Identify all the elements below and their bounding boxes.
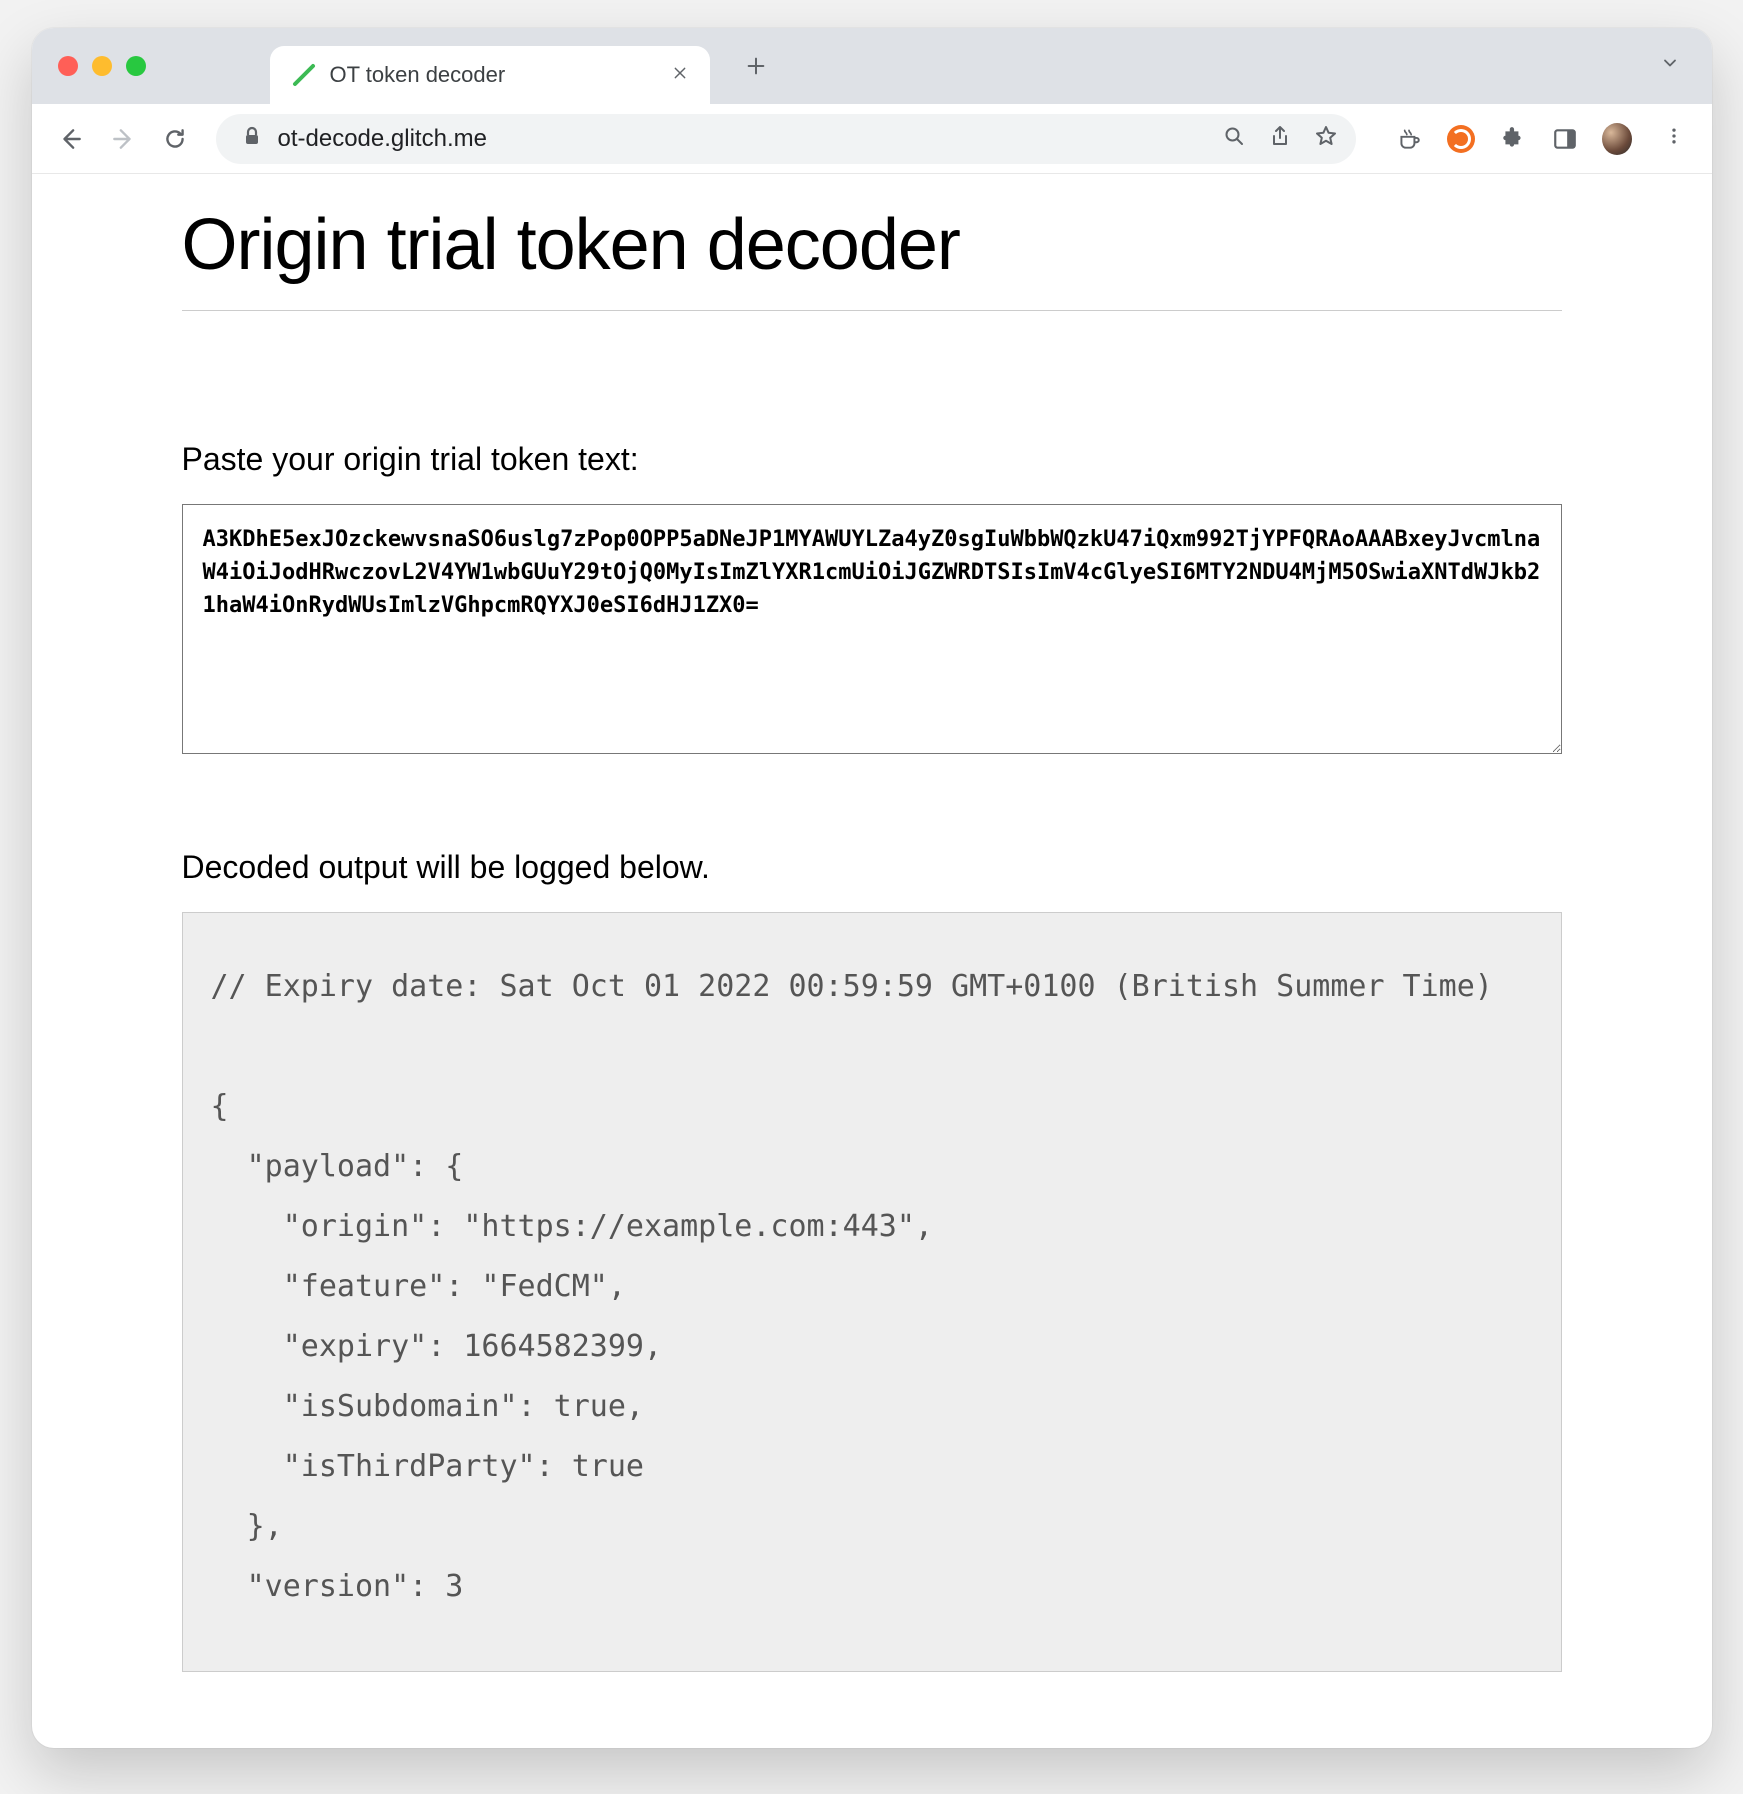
- page-content: Origin trial token decoder Paste your or…: [32, 174, 1712, 1748]
- minimize-window-button[interactable]: [92, 56, 112, 76]
- lock-icon: [240, 124, 264, 153]
- extension-icons: [1394, 120, 1694, 158]
- share-icon[interactable]: [1268, 124, 1292, 153]
- decoded-output: // Expiry date: Sat Oct 01 2022 00:59:59…: [182, 912, 1562, 1672]
- tab-title: OT token decoder: [330, 62, 654, 88]
- bookmark-star-icon[interactable]: [1314, 124, 1338, 153]
- back-button[interactable]: [50, 118, 92, 160]
- tab-strip: OT token decoder: [32, 28, 1712, 104]
- output-label: Decoded output will be logged below.: [182, 849, 1562, 886]
- orange-circle-icon: [1447, 125, 1475, 153]
- coffee-icon[interactable]: [1394, 124, 1424, 154]
- page-title: Origin trial token decoder: [182, 204, 1562, 286]
- side-panel-icon[interactable]: [1550, 124, 1580, 154]
- window-controls: [58, 56, 146, 76]
- tab-favicon: [292, 63, 316, 87]
- reload-button[interactable]: [154, 118, 196, 160]
- address-bar[interactable]: ot-decode.glitch.me: [216, 114, 1356, 164]
- circle-extension-icon[interactable]: [1446, 124, 1476, 154]
- browser-menu-button[interactable]: [1654, 120, 1694, 158]
- browser-window: OT token decoder ot-decode.glitch.me: [32, 28, 1712, 1748]
- tab-close-button[interactable]: [668, 60, 692, 91]
- close-window-button[interactable]: [58, 56, 78, 76]
- new-tab-button[interactable]: [734, 44, 778, 88]
- forward-button[interactable]: [102, 118, 144, 160]
- browser-tab[interactable]: OT token decoder: [270, 46, 710, 104]
- maximize-window-button[interactable]: [126, 56, 146, 76]
- toolbar: ot-decode.glitch.me: [32, 104, 1712, 174]
- profile-avatar[interactable]: [1602, 124, 1632, 154]
- avatar-image: [1602, 123, 1632, 155]
- token-input[interactable]: [182, 504, 1562, 754]
- tabs-dropdown-button[interactable]: [1646, 43, 1694, 89]
- token-input-label: Paste your origin trial token text:: [182, 441, 1562, 478]
- divider: [182, 310, 1562, 311]
- omnibox-actions: [1222, 124, 1338, 153]
- url-text: ot-decode.glitch.me: [278, 125, 1208, 153]
- search-icon[interactable]: [1222, 124, 1246, 153]
- extensions-puzzle-icon[interactable]: [1498, 124, 1528, 154]
